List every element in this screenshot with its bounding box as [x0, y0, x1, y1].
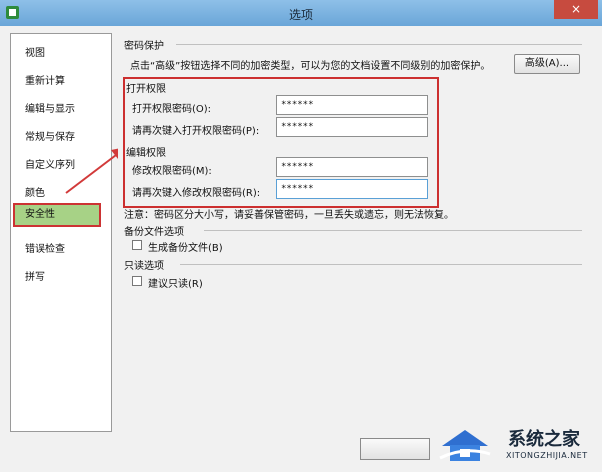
readonly-checkbox[interactable] — [132, 276, 142, 286]
house-logo-icon — [439, 430, 491, 461]
readonly-checkbox-label[interactable]: 建议只读(R) — [148, 275, 203, 290]
backup-checkbox-label[interactable]: 生成备份文件(B) — [148, 239, 223, 254]
open-password-label: 打开权限密码(O): — [132, 104, 212, 115]
watermark-url: XITONGZHIJIA.NET — [506, 451, 588, 460]
edit-confirm-label: 请再次键入修改权限密码(R): — [132, 188, 261, 199]
edit-password-label: 修改权限密码(M): — [132, 166, 212, 177]
ok-button[interactable] — [360, 438, 430, 460]
section-divider — [176, 44, 582, 45]
edit-password-field[interactable]: ****** — [276, 157, 428, 177]
open-permission-title: 打开权限 — [126, 84, 166, 95]
edit-confirm-field[interactable]: ****** — [276, 179, 428, 199]
security-panel: 密码保护 点击“高级”按钮选择不同的加密类型，可以为您的文档设置不同级别的加密保… — [118, 33, 590, 430]
readonly-section-title: 只读选项 — [124, 261, 164, 272]
open-password-field[interactable]: ****** — [276, 95, 428, 115]
password-note: 注意：密码区分大小写，请妥善保管密码，一旦丢失或遗忘，则无法恢复。 — [124, 210, 454, 221]
backup-checkbox[interactable] — [132, 240, 142, 250]
edit-permission-title: 编辑权限 — [126, 148, 166, 159]
section-divider — [180, 264, 582, 265]
section-divider — [204, 230, 582, 231]
open-confirm-field[interactable]: ****** — [276, 117, 428, 137]
advanced-button[interactable]: 高级(A)... — [514, 54, 580, 74]
open-confirm-label: 请再次键入打开权限密码(P): — [132, 126, 260, 137]
watermark-title: 系统之家 — [508, 429, 580, 450]
password-description: 点击“高级”按钮选择不同的加密类型，可以为您的文档设置不同级别的加密保护。 — [130, 61, 491, 72]
backup-section-title: 备份文件选项 — [124, 227, 184, 238]
password-section-title: 密码保护 — [124, 41, 164, 52]
options-dialog: 选项 × 视图 重新计算 编辑与显示 常规与保存 自定义序列 颜色 安全性 错误… — [0, 0, 602, 472]
